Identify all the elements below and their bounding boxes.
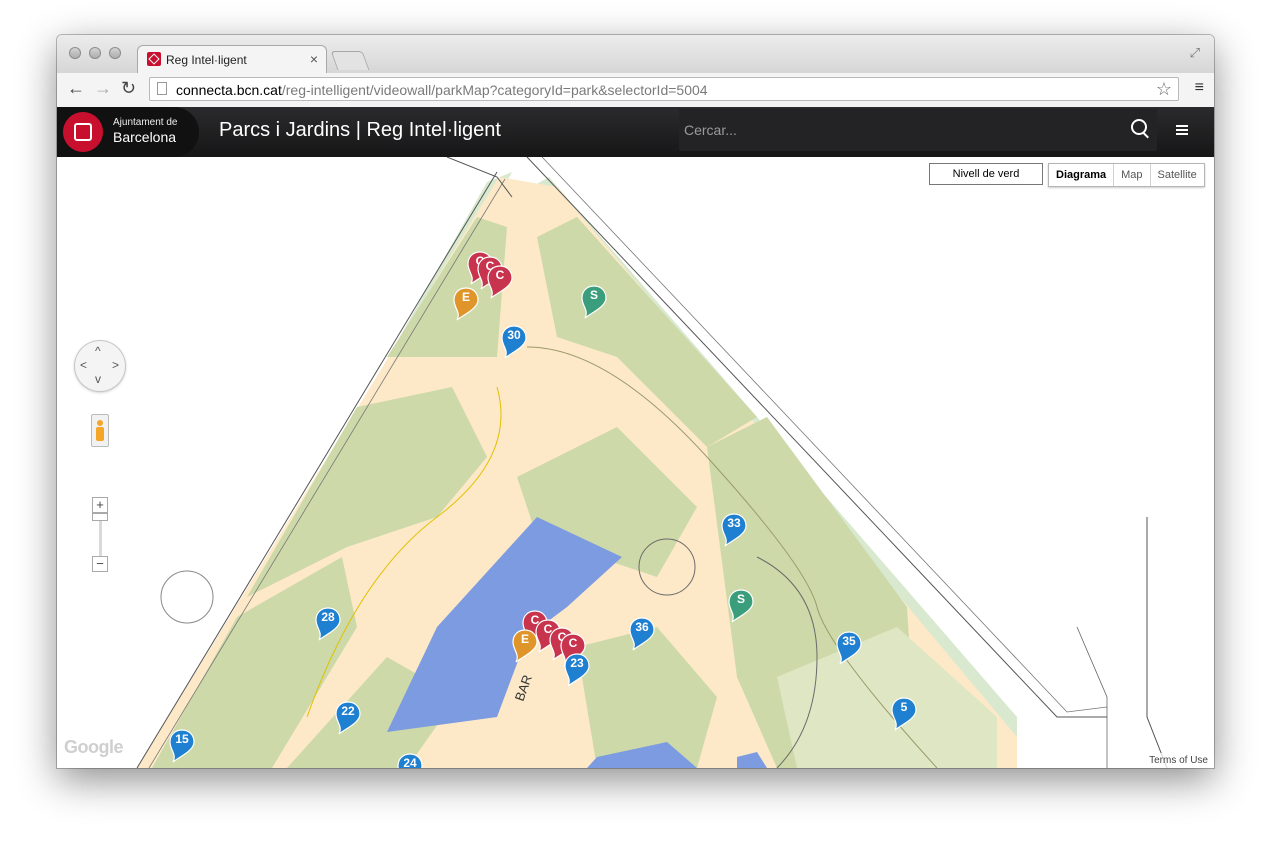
zoom-in-button[interactable]: +: [92, 497, 108, 513]
fullscreen-icon[interactable]: ⤢: [1190, 45, 1200, 61]
green-level-button[interactable]: Nivell de verd: [929, 163, 1043, 185]
map-marker-blue[interactable]: 23: [564, 653, 590, 687]
pan-right-icon[interactable]: >: [112, 358, 119, 372]
marker-label: S: [589, 288, 598, 302]
marker-label: 36: [635, 620, 649, 634]
hamburger-menu-icon[interactable]: [1176, 125, 1188, 135]
zoom-out-button[interactable]: −: [92, 556, 108, 572]
pan-control[interactable]: ^ < > v: [75, 341, 125, 391]
map-marker-blue[interactable]: 36: [629, 617, 655, 651]
marker-label: 22: [341, 704, 355, 718]
map-marker-blue[interactable]: 22: [335, 701, 361, 735]
page-icon: [157, 82, 167, 95]
map-marker-blue[interactable]: 33: [721, 513, 747, 547]
app-title: Parcs i Jardins | Reg Intel·ligent: [219, 119, 501, 141]
map-marker-blue[interactable]: 35: [836, 631, 862, 665]
terms-of-use-link[interactable]: Terms of Use: [1143, 753, 1214, 768]
google-logo[interactable]: Google: [64, 737, 124, 758]
address-bar[interactable]: connecta.bcn.cat/reg-intelligent/videowa…: [149, 77, 1179, 101]
star-icon[interactable]: ☆: [1156, 79, 1172, 100]
new-tab-button[interactable]: [330, 51, 370, 70]
map-marker-green[interactable]: S: [728, 589, 754, 623]
barcelona-favicon-icon: [147, 52, 161, 66]
zoom-window-button[interactable]: [109, 47, 121, 59]
marker-label: S: [736, 592, 745, 606]
tab-close-icon[interactable]: ×: [310, 51, 318, 67]
logo-line-1: Ajuntament de: [113, 117, 178, 128]
map-type-map[interactable]: Map: [1113, 164, 1149, 186]
marker-label: 28: [321, 610, 335, 624]
map-marker-blue[interactable]: 28: [315, 607, 341, 641]
street-line: [1076, 626, 1108, 768]
url-text: connecta.bcn.cat/reg-intelligent/videowa…: [176, 82, 708, 98]
marker-label: 30: [507, 328, 521, 342]
reload-icon[interactable]: ↻: [121, 78, 136, 99]
map-marker-blue[interactable]: 24: [397, 753, 423, 768]
marker-label: 35: [842, 634, 856, 648]
street-line: [1146, 517, 1168, 768]
map-marker-blue[interactable]: 30: [501, 325, 527, 359]
park-map[interactable]: BAR Nivell de verd Diagrama Map Satellit…: [57, 157, 1214, 768]
pan-up-icon[interactable]: ^: [95, 344, 101, 358]
ajuntament-logo[interactable]: Ajuntament de Barcelona: [57, 107, 199, 157]
zoom-slider-thumb[interactable]: [92, 513, 108, 521]
marker-label: C: [568, 636, 578, 650]
map-marker-blue[interactable]: 15: [169, 729, 195, 763]
map-marker-blue[interactable]: 5: [891, 697, 917, 731]
minimize-window-button[interactable]: [89, 47, 101, 59]
marker-label: C: [495, 268, 505, 282]
browser-window: Reg Intel·ligent × ⤢ ← → ↻ connecta.bcn.…: [57, 35, 1214, 768]
browser-toolbar: ← → ↻ connecta.bcn.cat/reg-intelligent/v…: [57, 73, 1214, 108]
search-icon[interactable]: [1131, 119, 1147, 135]
map-marker-orange[interactable]: E: [453, 287, 479, 321]
park-plan-drawing: BAR: [136, 157, 1168, 768]
pegman-icon[interactable]: [91, 414, 109, 447]
map-type-diagrama[interactable]: Diagrama: [1049, 164, 1113, 186]
marker-label: 15: [175, 732, 189, 746]
marker-label: E: [461, 290, 470, 304]
tab-title: Reg Intel·ligent: [166, 53, 247, 67]
close-window-button[interactable]: [69, 47, 81, 59]
title-bar: Reg Intel·ligent × ⤢: [57, 35, 1214, 73]
back-arrow-icon[interactable]: ←: [67, 78, 85, 99]
pan-down-icon[interactable]: v: [95, 372, 101, 386]
map-marker-green[interactable]: S: [581, 285, 607, 319]
map-type-selector: Diagrama Map Satellite: [1048, 163, 1205, 187]
map-marker-orange[interactable]: E: [512, 629, 538, 663]
pan-left-icon[interactable]: <: [80, 358, 87, 372]
marker-label: 23: [570, 656, 584, 670]
map-marker-red[interactable]: C: [487, 265, 513, 299]
app-header: Ajuntament de Barcelona Parcs i Jardins …: [57, 107, 1214, 157]
search-placeholder: Cercar...: [684, 122, 737, 138]
barcelona-seal-icon: [63, 112, 103, 152]
menu-icon[interactable]: ≡: [1195, 79, 1204, 97]
logo-line-2: Barcelona: [113, 129, 177, 145]
marker-label: E: [520, 632, 529, 646]
browser-tab[interactable]: Reg Intel·ligent ×: [137, 45, 327, 73]
map-type-satellite[interactable]: Satellite: [1149, 164, 1204, 186]
marker-label: 5: [900, 700, 908, 714]
north-arrow-icon: [160, 570, 214, 624]
marker-label: 24: [403, 756, 417, 768]
forward-arrow-icon[interactable]: →: [94, 78, 112, 99]
search-input[interactable]: Cercar...: [679, 109, 1157, 151]
marker-label: 33: [727, 516, 741, 530]
